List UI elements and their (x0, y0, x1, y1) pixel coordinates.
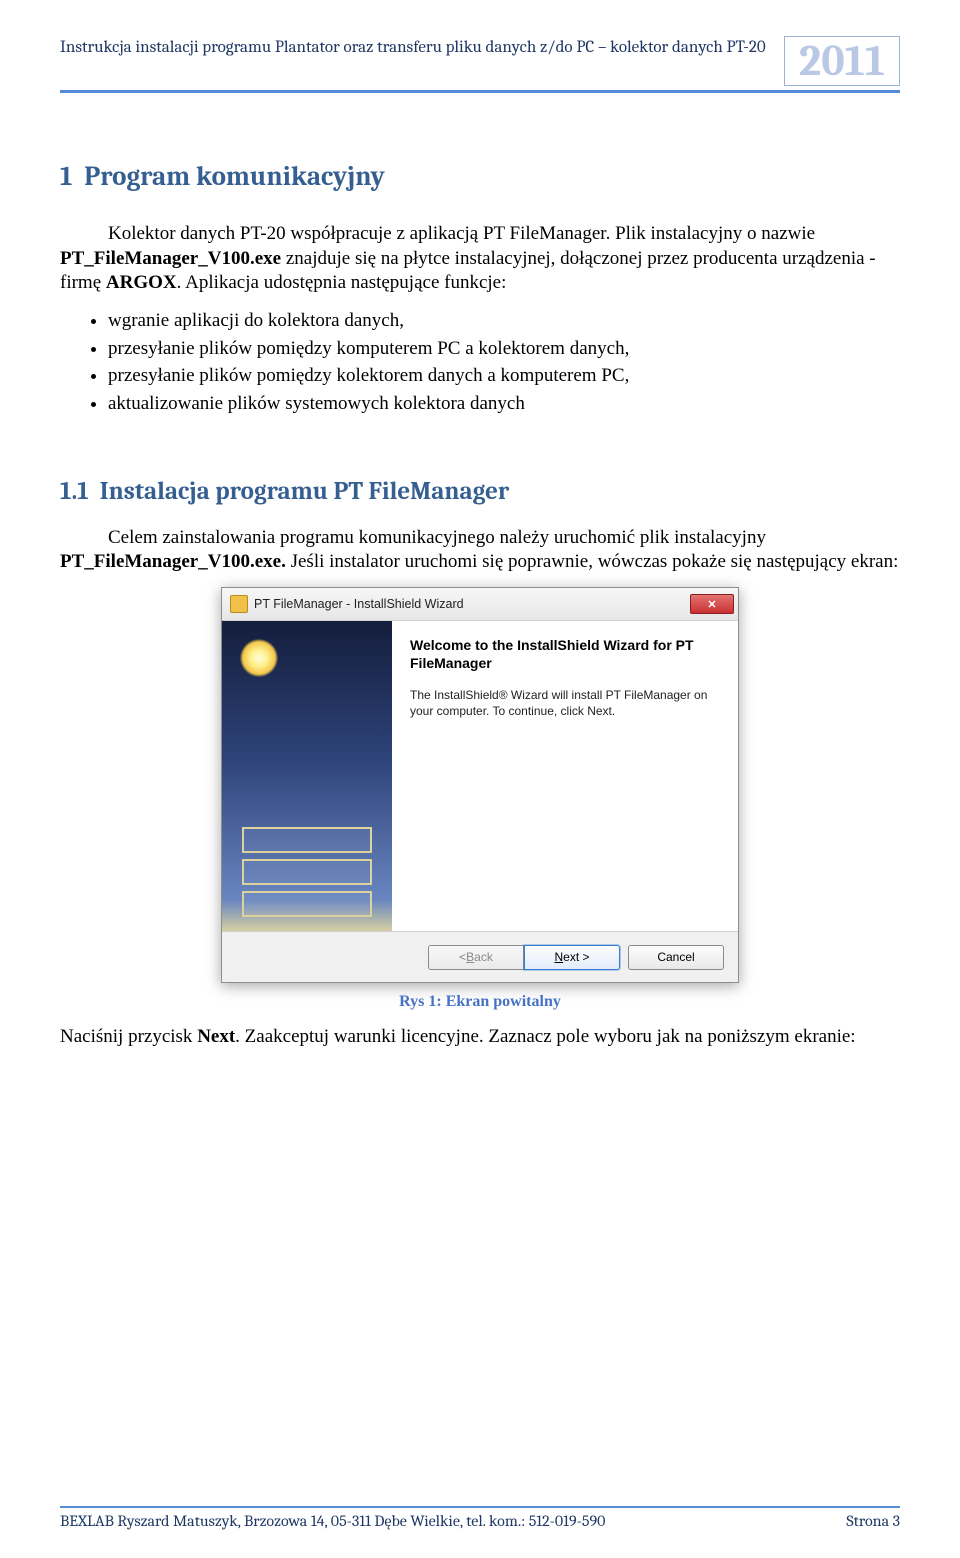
section-1-number: 1 (60, 161, 72, 192)
section-1-1-number: 1.1 (60, 477, 89, 506)
list-item: wgranie aplikacji do kolektora danych, (108, 308, 900, 334)
back-rest: ack (474, 950, 493, 964)
next-mnemonic: N (554, 950, 563, 964)
after-caption-paragraph: Naciśnij przycisk Next. Zaakceptuj warun… (60, 1025, 900, 1050)
decorative-box (242, 827, 372, 853)
installer-icon (230, 595, 248, 613)
header-title: Instrukcja instalacji programu Plantator… (60, 36, 784, 57)
section-1-title: Program komunikacyjny (84, 161, 385, 192)
s1-text-a: Kolektor danych PT-20 współpracuje z apl… (108, 223, 815, 244)
section-1-1-heading: 1.1 Instalacja programu PT FileManager (60, 477, 900, 506)
back-prefix: < (459, 950, 466, 964)
section-1-heading: 1 Program komunikacyjny (60, 161, 900, 192)
after-next: Next (197, 1026, 235, 1047)
decorative-box (242, 891, 372, 917)
header-year: 2011 (784, 36, 900, 86)
wizard-description: The InstallShield® Wizard will install P… (410, 687, 718, 719)
footer-right: Strona 3 (846, 1512, 900, 1530)
s11-text-a: Celem zainstalowania programu komunikacy… (108, 527, 766, 548)
cancel-button[interactable]: Cancel (628, 945, 724, 970)
wizard-side-image (222, 621, 392, 931)
s1-argox: ARGOX (106, 272, 177, 293)
after-a: Naciśnij przycisk (60, 1026, 197, 1047)
close-button[interactable]: ✕ (690, 594, 734, 614)
dialog-title: PT FileManager - InstallShield Wizard (254, 597, 464, 611)
installer-dialog: PT FileManager - InstallShield Wizard ✕ (221, 587, 739, 983)
section-1-1-title: Instalacja programu PT FileManager (100, 477, 510, 506)
list-item: przesyłanie plików pomiędzy kolektorem d… (108, 363, 900, 389)
back-button: < Back (428, 945, 524, 970)
dialog-titlebar: PT FileManager - InstallShield Wizard ✕ (222, 588, 738, 621)
s1-filename: PT_FileManager_V100.exe (60, 248, 281, 269)
back-mnemonic: B (466, 950, 474, 964)
list-item: przesyłanie plików pomiędzy komputerem P… (108, 336, 900, 362)
decorative-box (242, 859, 372, 885)
page-footer: BEXLAB Ryszard Matuszyk, Brzozowa 14, 05… (60, 1506, 900, 1530)
page-header: Instrukcja instalacji programu Plantator… (60, 36, 900, 93)
sun-icon (240, 639, 278, 677)
wizard-content: Welcome to the InstallShield Wizard for … (392, 621, 738, 931)
s11-text-c: Jeśli instalator uruchomi się poprawnie,… (291, 551, 899, 572)
section-1-1-paragraph: Celem zainstalowania programu komunikacy… (60, 526, 900, 575)
s11-filename: PT_FileManager_V100.exe. (60, 551, 291, 572)
wizard-welcome-line2: FileManager (410, 655, 718, 671)
section-1-paragraph: Kolektor danych PT-20 współpracuje z apl… (60, 222, 900, 296)
next-button[interactable]: Next > (524, 945, 620, 970)
section-1-bullets: wgranie aplikacji do kolektora danych, p… (88, 308, 900, 417)
wizard-welcome-line1: Welcome to the InstallShield Wizard for … (410, 637, 718, 653)
s1-text-e: . Aplikacja udostępnia następujące funkc… (177, 272, 507, 293)
next-rest: ext > (563, 950, 589, 964)
close-icon: ✕ (707, 598, 716, 611)
figure-caption: Rys 1: Ekran powitalny (60, 993, 900, 1011)
footer-left: BEXLAB Ryszard Matuszyk, Brzozowa 14, 05… (60, 1512, 605, 1530)
dialog-button-bar: < Back Next > Cancel (222, 931, 738, 982)
list-item: aktualizowanie plików systemowych kolekt… (108, 391, 900, 417)
after-c: . Zaakceptuj warunki licencyjne. Zaznacz… (235, 1026, 855, 1047)
